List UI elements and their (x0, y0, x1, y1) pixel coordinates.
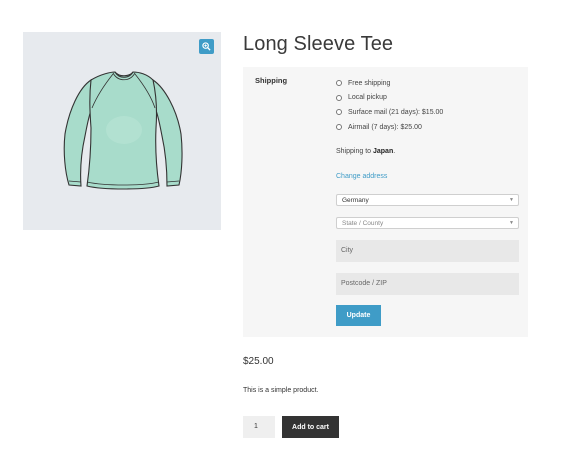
postcode-input[interactable]: Postcode / ZIP (336, 273, 519, 295)
radio-button[interactable] (336, 109, 342, 116)
shipping-option-free[interactable]: Free shipping (336, 76, 519, 91)
magnifier-plus-icon (202, 42, 211, 51)
update-button[interactable]: Update (336, 305, 381, 326)
shipping-option-label: Surface mail (21 days): $15.00 (348, 108, 444, 116)
add-to-cart-button[interactable]: Add to cart (282, 416, 339, 438)
shipping-option-label: Airmail (7 days): $25.00 (348, 123, 422, 131)
state-select[interactable]: State / County ▼ (336, 217, 519, 229)
product-gallery (23, 32, 221, 230)
state-select-placeholder: State / County (342, 220, 384, 227)
radio-button[interactable] (336, 124, 342, 131)
shipping-to-suffix: . (393, 148, 396, 155)
product-price: $25.00 (243, 356, 274, 367)
change-address-link[interactable]: Change address (336, 173, 387, 180)
chevron-down-icon: ▼ (509, 197, 514, 203)
city-input[interactable]: City (336, 240, 519, 262)
chevron-down-icon: ▼ (509, 220, 514, 226)
product-description: This is a simple product. (243, 387, 319, 394)
product-title: Long Sleeve Tee (243, 33, 394, 55)
shipping-calculator: Shipping Free shipping Local pickup Surf… (243, 67, 528, 337)
shipping-label: Shipping (255, 76, 288, 85)
shipping-country: Japan (372, 148, 394, 155)
shipping-option-label: Free shipping (348, 79, 391, 87)
quantity-input[interactable]: 1 (243, 416, 275, 438)
shipping-destination: Shipping to Japan. (336, 148, 395, 155)
zoom-button[interactable] (199, 39, 214, 54)
shipping-options-column: Free shipping Local pickup Surface mail … (336, 76, 519, 326)
country-select-value: Germany (342, 197, 369, 204)
shipping-to-prefix: Shipping to (336, 148, 373, 155)
shipping-option-airmail[interactable]: Airmail (7 days): $25.00 (336, 120, 519, 135)
radio-button[interactable] (336, 94, 342, 101)
country-select[interactable]: Germany ▼ (336, 194, 519, 206)
shipping-option-label: Local pickup (348, 94, 387, 102)
long-sleeve-shirt-image[interactable] (61, 68, 187, 196)
radio-button[interactable] (336, 80, 342, 87)
shipping-option-surface-mail[interactable]: Surface mail (21 days): $15.00 (336, 105, 519, 120)
shipping-option-local-pickup[interactable]: Local pickup (336, 91, 519, 106)
